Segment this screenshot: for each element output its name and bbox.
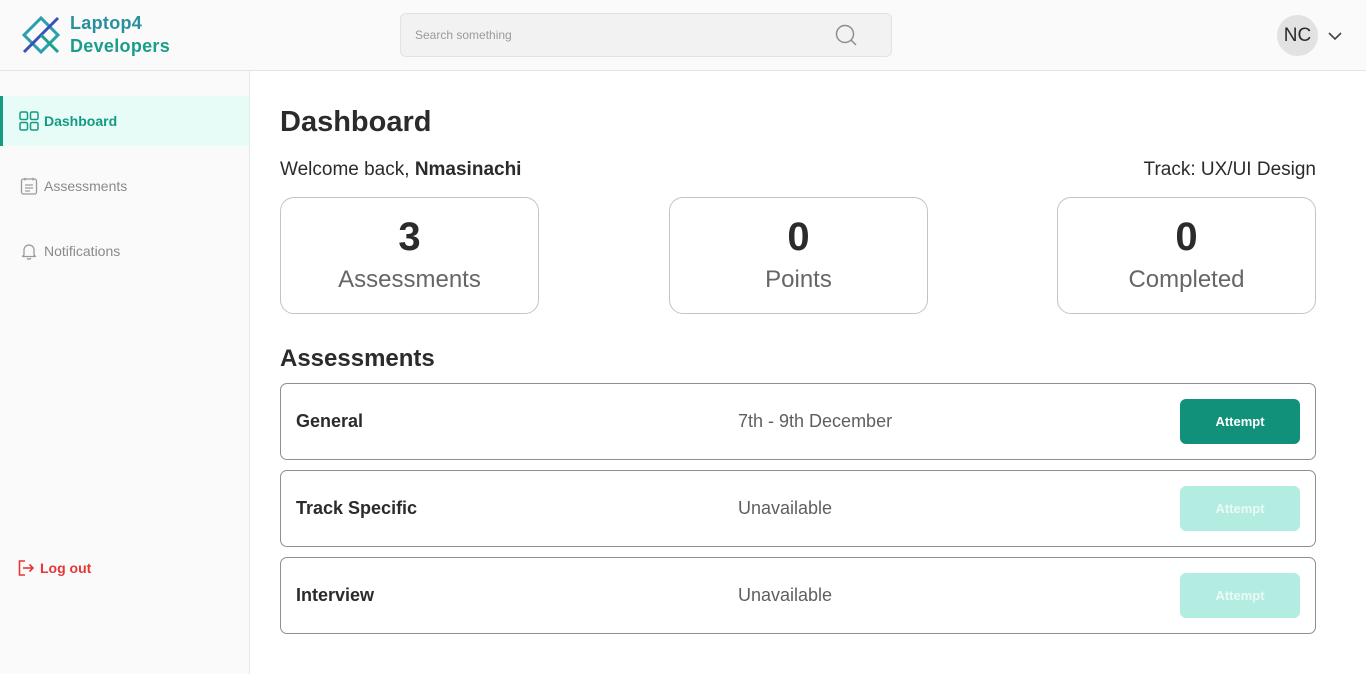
assessment-name: Interview [296,585,375,605]
attempt-button[interactable]: Attempt [1180,399,1300,444]
logout-label: Log out [40,560,92,576]
assessment-name: General [296,411,364,431]
bell-icon [19,241,39,261]
assessment-row-general: General 7th - 9th December Attempt [280,383,1316,460]
stat-card-completed: 0 Completed [1057,197,1316,314]
sidebar-item-notifications[interactable]: Notifications [0,226,249,276]
stat-card-points: 0 Points [669,197,928,314]
logo-mark-icon [21,15,61,55]
assessment-status: Unavailable [738,498,833,518]
sidebar-item-label: Notifications [44,243,121,259]
user-menu[interactable]: NC [1277,15,1342,56]
brand-name-line2: Developers [70,36,171,56]
sidebar-item-assessments[interactable]: Assessments [0,161,249,211]
dashboard-grid-icon [19,111,39,131]
logout-button[interactable]: Log out [17,559,91,577]
assessment-name: Track Specific [296,498,418,518]
clipboard-list-icon [19,176,39,196]
assessment-status: 7th - 9th December [738,411,893,431]
welcome-message: Welcome back, Nmasinachi [280,159,521,181]
search-icon[interactable] [835,24,857,46]
assessment-status: Unavailable [738,585,833,605]
brand-name-line1: Laptop4 [70,13,143,33]
search-box [400,13,892,57]
stat-label: Completed [1128,266,1245,293]
stat-label: Assessments [338,266,481,293]
stat-value: 0 [787,215,810,259]
brand-name: Laptop4 Developers [70,12,170,58]
sidebar: Dashboard Assessments Notifications Log … [0,71,250,674]
sidebar-item-label: Assessments [44,178,128,194]
track-label: Track: UX/UI Design [1143,159,1316,180]
welcome-prefix: Welcome back, [280,159,415,180]
stat-label: Points [765,266,832,293]
chevron-down-icon[interactable] [1328,31,1342,41]
top-bar: Laptop4 Developers NC [0,0,1366,71]
sidebar-item-dashboard[interactable]: Dashboard [0,96,249,146]
assessment-row-interview: Interview Unavailable Attempt [280,557,1316,634]
stat-value: 0 [1175,215,1198,259]
assessments-section-title: Assessments [280,345,435,372]
stat-value: 3 [398,215,421,259]
avatar[interactable]: NC [1277,15,1318,56]
logout-icon [17,559,35,577]
sidebar-item-label: Dashboard [44,113,118,129]
page-title: Dashboard [280,106,432,138]
attempt-button[interactable]: Attempt [1180,573,1300,618]
search-input[interactable] [415,14,815,56]
stat-card-assessments: 3 Assessments [280,197,539,314]
assessment-row-track-specific: Track Specific Unavailable Attempt [280,470,1316,547]
brand-logo[interactable]: Laptop4 Developers [20,12,170,58]
user-name: Nmasinachi [414,159,522,180]
attempt-button[interactable]: Attempt [1180,486,1300,531]
